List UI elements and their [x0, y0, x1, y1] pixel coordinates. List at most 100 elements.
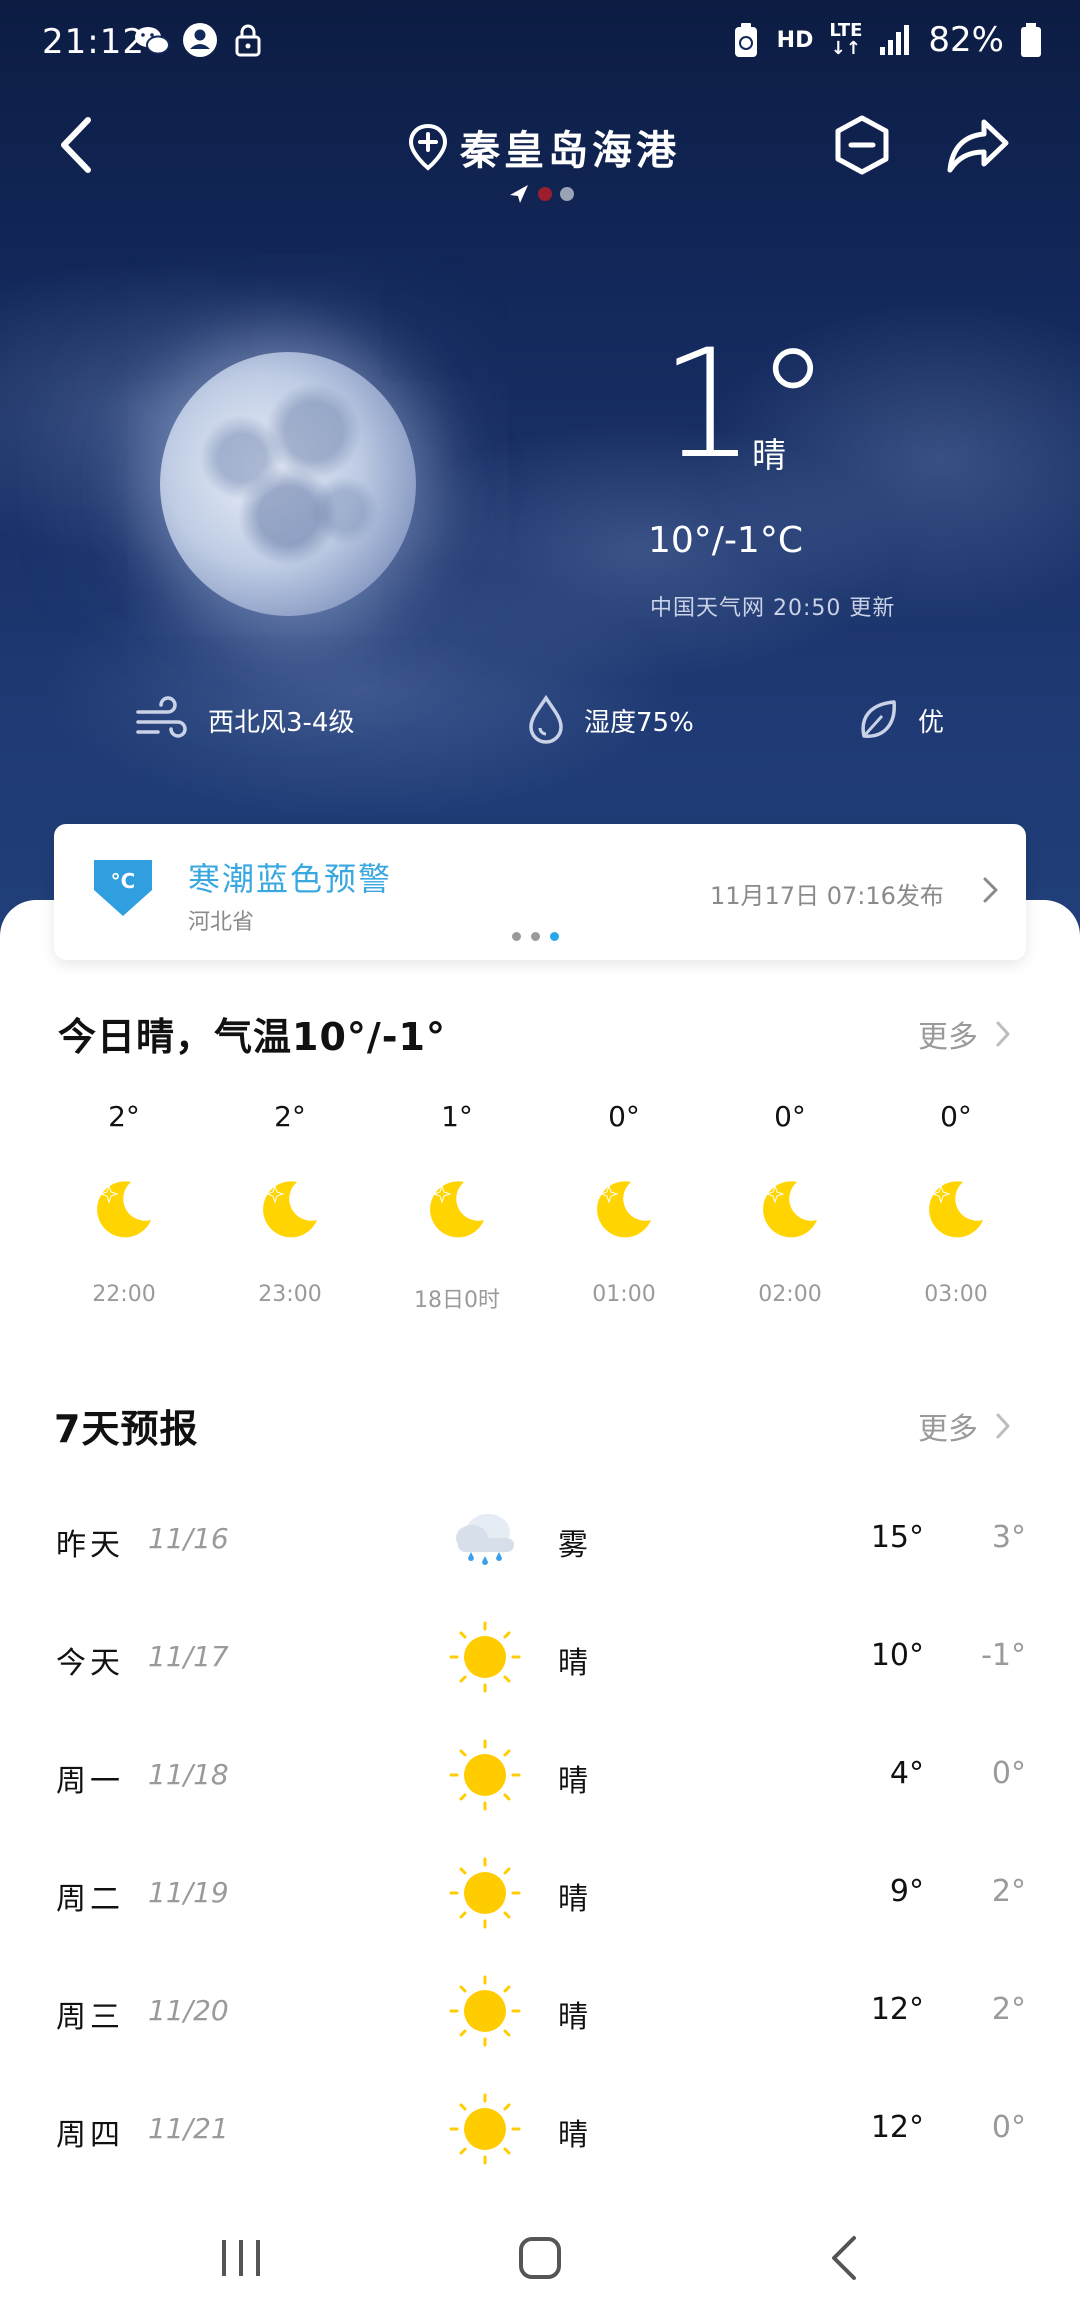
sun-icon — [449, 1857, 521, 1929]
today-more-link[interactable]: 更多 — [918, 1012, 1012, 1056]
moon-star-icon — [929, 1181, 983, 1238]
moon-star-icon — [430, 1181, 484, 1238]
share-button[interactable] — [946, 116, 1010, 174]
hourly-item: 0° 03:00 — [886, 1100, 1026, 1307]
humidity-label: 湿度75% — [584, 707, 694, 738]
forecast-condition: 晴 — [558, 2118, 588, 2153]
wind-label: 西北风3-4级 — [208, 707, 355, 738]
forecast-date: 11/16 — [148, 1522, 229, 1555]
temperature-range: 10°/-1°C — [648, 520, 803, 561]
update-source: 中国天气网 20:50 更新 — [650, 596, 896, 621]
battery-icon — [1021, 23, 1041, 57]
today-summary-title: 今日晴，气温10°/-1° — [58, 1015, 446, 1059]
forecast-row[interactable]: 周三 11/20 晴 12° 2° — [0, 1968, 1080, 2058]
status-right: HD LTE ↓↑ 82% — [731, 20, 1042, 60]
moon-star-icon — [263, 1181, 317, 1238]
alert-published-time: 11月17日 07:16发布 — [710, 882, 944, 910]
carousel-dot-active — [550, 932, 559, 941]
forecast-low: -1° — [981, 1638, 1026, 1673]
hour-time: 01:00 — [592, 1282, 656, 1307]
forecast-row[interactable]: 周一 11/18 晴 4° 0° — [0, 1732, 1080, 1822]
forecast-row-today[interactable]: 今天 11/17 晴 10° -1° — [0, 1614, 1080, 1704]
top-bar: 秦皇岛海港 — [0, 100, 1080, 190]
forecast-condition: 晴 — [558, 1882, 588, 1917]
forecast-day: 今天 — [56, 1646, 124, 1681]
forecast-low: 3° — [991, 1520, 1026, 1555]
hour-time: 22:00 — [92, 1282, 156, 1307]
forecast-condition: 晴 — [558, 1764, 588, 1799]
sun-icon — [449, 1621, 521, 1693]
moon-star-icon — [763, 1181, 817, 1238]
hd-indicator: HD — [776, 27, 814, 53]
forecast-row[interactable]: 周四 11/21 晴 12° 0° — [0, 2086, 1080, 2176]
back-nav-button[interactable] — [826, 2234, 862, 2282]
status-bar: 21:12 HD LTE ↓↑ 82% — [0, 0, 1080, 84]
hourly-item: 2° 23:00 — [220, 1100, 360, 1307]
forecast-day: 周二 — [56, 1882, 124, 1917]
hourly-item: 2° 22:00 — [54, 1100, 194, 1307]
battery-percent: 82% — [928, 20, 1004, 60]
lte-indicator: LTE ↓↑ — [829, 22, 862, 58]
humidity-metric[interactable]: 湿度75% — [526, 690, 694, 750]
alert-region: 河北省 — [188, 910, 255, 935]
chevron-right-icon — [996, 1413, 1010, 1439]
location-arrow-icon — [510, 185, 528, 203]
leaf-icon — [861, 700, 896, 738]
hour-temp: 2° — [108, 1100, 140, 1133]
add-location-icon[interactable] — [408, 123, 448, 171]
alert-icon-text: °C — [111, 869, 136, 893]
hour-temp: 0° — [608, 1100, 640, 1133]
alert-carousel-dots — [512, 932, 559, 941]
water-drop-icon — [529, 694, 563, 744]
hour-temp: 0° — [774, 1100, 806, 1133]
wind-metric[interactable]: 西北风3-4级 — [134, 690, 354, 750]
alert-title: 寒潮蓝色预警 — [188, 860, 393, 898]
forecast-day: 周三 — [56, 2000, 124, 2035]
more-label: 更多 — [918, 1412, 978, 1447]
moon-star-icon — [97, 1181, 151, 1238]
city-selector[interactable]: 秦皇岛海港 — [408, 118, 680, 176]
forecast-high: 9° — [889, 1874, 924, 1909]
forecast-date: 11/18 — [148, 1758, 229, 1791]
sun-icon — [449, 2093, 521, 2165]
signal-icon — [880, 25, 910, 55]
forecast-low: 0° — [991, 2110, 1026, 2145]
recent-apps-button[interactable] — [216, 2234, 266, 2282]
forecast-day: 周一 — [56, 1764, 124, 1799]
back-button[interactable] — [50, 112, 110, 178]
weather-alert-card[interactable]: °C 寒潮蓝色预警 河北省 11月17日 07:16发布 — [54, 824, 1026, 960]
sun-icon — [449, 1739, 521, 1811]
air-quality-label: 优 — [918, 707, 945, 738]
forecast-date: 11/21 — [148, 2112, 229, 2145]
sun-icon — [449, 1975, 521, 2047]
moon-illustration — [160, 352, 416, 616]
weather-hero: 21:12 HD LTE ↓↑ 82% 秦皇岛海港 1° 晴 10°/-1°C … — [0, 0, 1080, 960]
battery-saver-icon — [734, 23, 757, 57]
forecast-title: 7天预报 — [54, 1407, 199, 1451]
current-condition: 晴 — [752, 436, 786, 476]
page-indicator — [508, 183, 574, 205]
wind-icon — [136, 696, 187, 738]
forecast-row-yesterday[interactable]: 昨天 11/16 雾 15° 3° — [0, 1496, 1080, 1586]
air-quality-metric[interactable]: 优 — [856, 690, 944, 750]
hour-time: 03:00 — [924, 1282, 988, 1307]
page-dot — [560, 187, 574, 201]
moon-star-icon — [597, 1181, 651, 1238]
fog-rain-icon — [456, 1514, 514, 1565]
carousel-dot — [531, 932, 540, 941]
city-name: 秦皇岛海港 — [460, 128, 680, 174]
city-manage-button[interactable] — [834, 114, 890, 176]
system-navigation-bar — [0, 2206, 1080, 2316]
data-arrows-icon: ↓↑ — [830, 38, 861, 59]
hour-temp: 1° — [441, 1100, 473, 1133]
forecast-condition: 晴 — [558, 2000, 588, 2035]
home-button[interactable] — [516, 2234, 564, 2282]
forecast-high: 10° — [870, 1638, 924, 1673]
more-label: 更多 — [918, 1020, 978, 1055]
account-icon — [183, 23, 217, 57]
hourly-item: 0° 02:00 — [720, 1100, 860, 1307]
forecast-more-link[interactable]: 更多 — [918, 1404, 1012, 1448]
forecast-row[interactable]: 周二 11/19 晴 9° 2° — [0, 1850, 1080, 1940]
forecast-high: 15° — [870, 1520, 924, 1555]
hour-time: 02:00 — [758, 1282, 822, 1307]
